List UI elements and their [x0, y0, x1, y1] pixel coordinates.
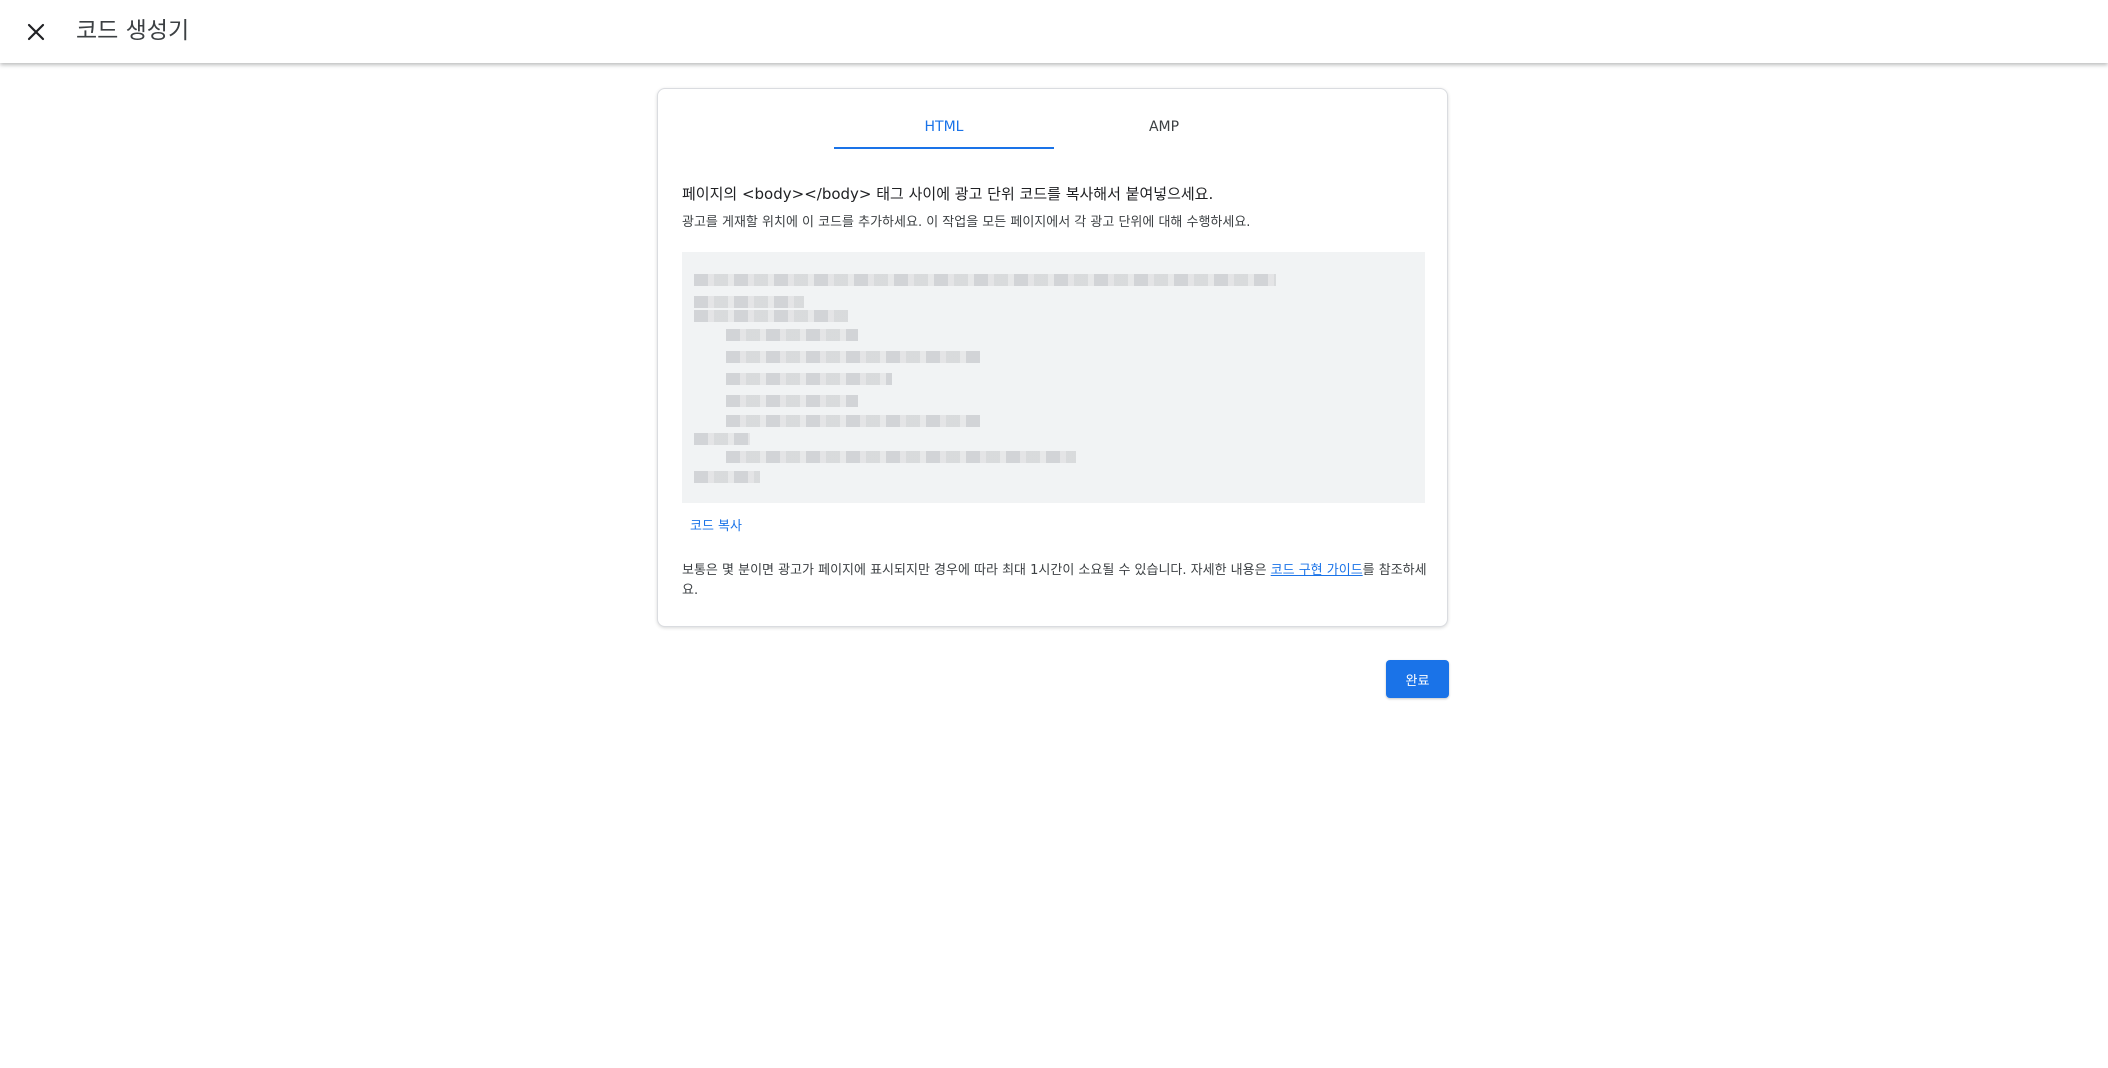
tab-bar: HTML AMP — [834, 117, 1274, 149]
info-note: 보통은 몇 분이면 광고가 페이지에 표시되지만 경우에 따라 최대 1시간이 … — [682, 561, 1427, 601]
code-line-blurred — [726, 415, 980, 427]
code-line-blurred — [726, 373, 892, 385]
code-card: HTML AMP 페이지의 <body></body> 태그 사이에 광고 단위… — [657, 88, 1448, 627]
instruction-subtext: 광고를 게재할 위치에 이 코드를 추가하세요. 이 작업을 모든 페이지에서 … — [682, 215, 1251, 230]
code-line-blurred — [694, 310, 848, 322]
code-line-blurred — [694, 433, 750, 445]
close-icon — [27, 23, 45, 41]
instruction-text: 페이지의 <body></body> 태그 사이에 광고 단위 코드를 복사해서… — [682, 185, 1214, 203]
note-text: 보통은 몇 분이면 광고가 페이지에 표시되지만 경우에 따라 최대 1시간이 … — [682, 563, 1271, 578]
code-line-blurred — [726, 351, 980, 363]
tab-amp[interactable]: AMP — [1054, 117, 1274, 149]
code-line-blurred — [726, 451, 1076, 463]
page-title: 코드 생성기 — [76, 18, 190, 44]
top-app-bar: 코드 생성기 — [0, 0, 2108, 63]
code-line-blurred — [726, 395, 858, 407]
code-line-blurred — [694, 296, 804, 308]
code-line-blurred — [694, 471, 760, 483]
tab-html[interactable]: HTML — [834, 117, 1054, 149]
close-button[interactable] — [20, 16, 52, 48]
tab-indicator — [834, 147, 1054, 149]
copy-code-button[interactable]: 코드 복사 — [690, 517, 742, 537]
code-snippet-block[interactable] — [682, 252, 1425, 503]
code-line-blurred — [694, 274, 1276, 286]
code-line-blurred — [726, 329, 858, 341]
code-guide-link[interactable]: 코드 구현 가이드 — [1271, 563, 1363, 578]
done-button[interactable]: 완료 — [1386, 660, 1449, 698]
